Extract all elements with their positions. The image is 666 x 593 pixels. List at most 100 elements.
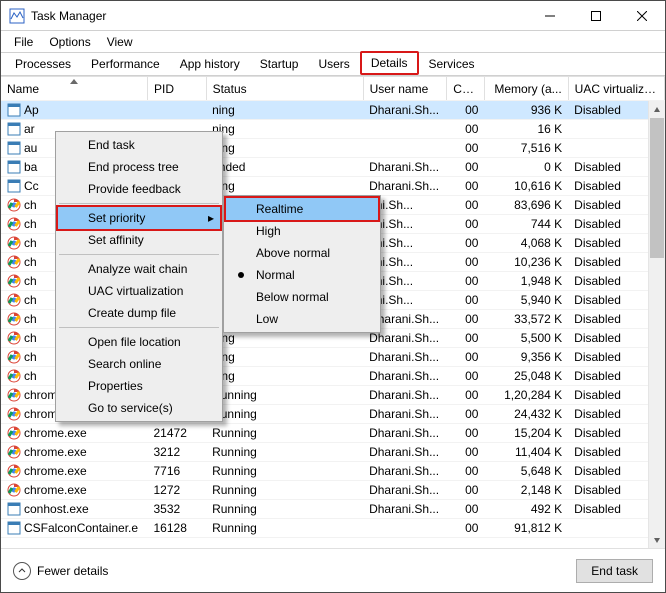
process-icon [7,160,21,174]
cell-memory: 7,516 K [484,139,568,158]
column-pid[interactable]: PID [148,77,207,101]
cell-status: Running [206,519,363,538]
column-uac[interactable]: UAC virtualizat... [568,77,664,101]
scroll-down-button[interactable] [649,531,665,548]
cell-status: Running [206,443,363,462]
cell-user: Dharani.Sh... [363,405,447,424]
tab-apphistory[interactable]: App history [170,53,250,75]
menu-view[interactable]: View [100,33,140,51]
vertical-scrollbar[interactable] [648,101,665,548]
priority-normal[interactable]: Normal [226,264,378,286]
radio-dot-icon [238,272,244,278]
cell-name: ch [24,255,37,269]
cell-cpu: 00 [447,177,485,196]
close-button[interactable] [619,1,665,30]
priority-below-normal[interactable]: Below normal [226,286,378,308]
cell-cpu: 00 [447,424,485,443]
table-row[interactable]: chrome.exe21472RunningDharani.Sh...0015,… [1,424,665,443]
cell-cpu: 00 [447,215,485,234]
cell-name: chrome.exe [24,464,87,478]
cell-cpu: 00 [447,310,485,329]
table-row[interactable]: chrome.exe7716RunningDharani.Sh...005,64… [1,462,665,481]
cell-user: Dharani.Sh... [363,443,447,462]
ctx-end-task[interactable]: End task [58,134,220,156]
cell-cpu: 00 [447,443,485,462]
cell-memory: 91,812 K [484,519,568,538]
priority-above-normal[interactable]: Above normal [226,242,378,264]
ctx-goto-services[interactable]: Go to service(s) [58,397,220,419]
table-row[interactable]: conhost.exe3532RunningDharani.Sh...00492… [1,500,665,519]
table-row[interactable]: CSFalconContainer.e16128Running0091,812 … [1,519,665,538]
column-user[interactable]: User name [363,77,447,101]
ctx-set-affinity[interactable]: Set affinity [58,229,220,251]
cell-name: ch [24,312,37,326]
column-cpu[interactable]: CPU [447,77,485,101]
minimize-button[interactable] [527,1,573,30]
cell-user: Dharani.Sh... [363,101,447,120]
priority-high[interactable]: High [226,220,378,242]
process-icon [7,483,21,497]
cell-user: Dharani.Sh... [363,386,447,405]
cell-name: chrome.exe [24,426,87,440]
column-name[interactable]: Name [1,77,148,101]
cell-memory: 25,048 K [484,367,568,386]
cell-memory: 83,696 K [484,196,568,215]
ctx-properties[interactable]: Properties [58,375,220,397]
cell-cpu: 00 [447,500,485,519]
cell-status: Running [206,405,363,424]
cell-cpu: 00 [447,196,485,215]
end-task-button[interactable]: End task [576,559,653,583]
menu-file[interactable]: File [7,33,40,51]
tab-startup[interactable]: Startup [250,53,309,75]
process-icon [7,293,21,307]
cell-memory: 10,236 K [484,253,568,272]
menu-options[interactable]: Options [42,33,97,51]
table-row[interactable]: chrome.exe3212RunningDharani.Sh...0011,4… [1,443,665,462]
ctx-feedback[interactable]: Provide feedback [58,178,220,200]
scroll-up-button[interactable] [649,101,665,118]
ctx-search-online[interactable]: Search online [58,353,220,375]
process-icon [7,179,21,193]
ctx-dump[interactable]: Create dump file [58,302,220,324]
tab-users[interactable]: Users [308,53,359,75]
cell-name: ch [24,350,37,364]
table-row[interactable]: chrome.exe1272RunningDharani.Sh...002,14… [1,481,665,500]
table-row[interactable]: ApningDharani.Sh...00936 KDisabled [1,101,665,120]
cell-name: ch [24,217,37,231]
process-icon [7,407,21,421]
column-status[interactable]: Status [206,77,363,101]
column-memory[interactable]: Memory (a... [484,77,568,101]
scroll-thumb[interactable] [650,118,664,258]
process-icon [7,141,21,155]
cell-status: ning [206,139,363,158]
priority-low[interactable]: Low [226,308,378,330]
ctx-end-tree[interactable]: End process tree [58,156,220,178]
cell-status: ning [206,101,363,120]
tab-details[interactable]: Details [360,51,419,75]
priority-realtime[interactable]: Realtime [224,196,380,222]
cell-name: ch [24,198,37,212]
maximize-button[interactable] [573,1,619,30]
cell-name: chrome.exe [24,445,87,459]
cell-status: ning [206,367,363,386]
tab-processes[interactable]: Processes [5,53,81,75]
cell-status: Running [206,462,363,481]
cell-memory: 9,356 K [484,348,568,367]
cell-user [363,120,447,139]
cell-memory: 33,572 K [484,310,568,329]
cell-user: Dharani.Sh... [363,462,447,481]
tab-performance[interactable]: Performance [81,53,170,75]
cell-name: conhost.exe [24,502,89,516]
ctx-open-location[interactable]: Open file location [58,331,220,353]
cell-memory: 936 K [484,101,568,120]
cell-name: ch [24,331,37,345]
fewer-details-button[interactable]: Fewer details [13,562,108,580]
ctx-analyze[interactable]: Analyze wait chain [58,258,220,280]
cell-pid: 1272 [148,481,207,500]
ctx-uac[interactable]: UAC virtualization [58,280,220,302]
ctx-set-priority[interactable]: Set priority ▸ [56,205,222,231]
process-icon [7,521,21,535]
cell-memory: 1,948 K [484,272,568,291]
priority-normal-label: Normal [256,268,295,282]
tab-services[interactable]: Services [419,53,485,75]
